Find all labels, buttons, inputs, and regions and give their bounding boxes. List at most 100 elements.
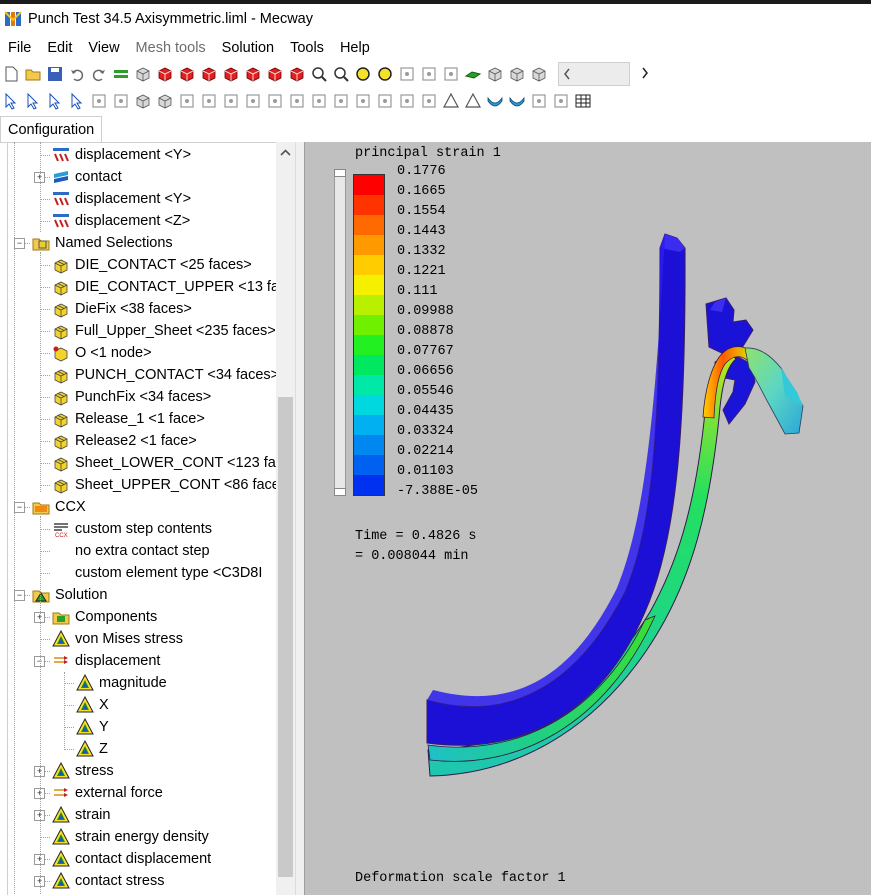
- tree-item-o-1-node[interactable]: O <1 node>: [52, 342, 152, 364]
- view-bottom-icon[interactable]: [288, 65, 306, 83]
- menu-mesh-tools[interactable]: Mesh tools: [128, 40, 214, 56]
- select-face-icon[interactable]: [46, 92, 64, 110]
- fit-view-icon[interactable]: [376, 65, 394, 83]
- warning-icon[interactable]: [464, 92, 482, 110]
- redo-icon[interactable]: [90, 65, 108, 83]
- scroll-up-icon[interactable]: [279, 146, 292, 158]
- tree-item-von-mises-stress[interactable]: von Mises stress: [52, 628, 183, 650]
- tree-item-die-contact-upper-13-fac[interactable]: DIE_CONTACT_UPPER <13 fac: [52, 276, 276, 298]
- tree-item-external-force[interactable]: external force: [52, 782, 163, 804]
- chevron-left-icon[interactable]: [562, 67, 572, 84]
- tree-item-custom-step-contents[interactable]: CCX custom step contents: [52, 518, 212, 540]
- menu-edit[interactable]: Edit: [39, 40, 80, 56]
- tree-item-diefix-38-faces[interactable]: DieFix <38 faces>: [52, 298, 192, 320]
- bend-icon[interactable]: [354, 92, 372, 110]
- flat-shade-icon[interactable]: [464, 65, 482, 83]
- delete-icon[interactable]: [178, 92, 196, 110]
- tree-item-x[interactable]: X: [76, 694, 109, 716]
- new-file-icon[interactable]: [2, 65, 20, 83]
- extrude-icon[interactable]: [222, 92, 240, 110]
- view-left-icon[interactable]: [222, 65, 240, 83]
- axes-icon[interactable]: [420, 65, 438, 83]
- scrollbar-thumb[interactable]: [278, 397, 293, 877]
- view-top-icon[interactable]: [266, 65, 284, 83]
- save-icon[interactable]: [46, 65, 64, 83]
- explode-icon[interactable]: [90, 92, 108, 110]
- cups-icon[interactable]: [530, 92, 548, 110]
- rotate-icon[interactable]: [354, 65, 372, 83]
- refine-icon[interactable]: [288, 92, 306, 110]
- curved-view-icon[interactable]: [486, 92, 504, 110]
- view-right-icon[interactable]: [244, 65, 262, 83]
- wireframe-cube-icon[interactable]: [134, 65, 152, 83]
- tree-item-magnitude[interactable]: magnitude: [76, 672, 167, 694]
- 3d-viewport[interactable]: principal strain 1 0.1776 0.1665 0.1554 0.1…: [304, 142, 871, 895]
- tet-icon[interactable]: [310, 92, 328, 110]
- tree-item-sheet-upper-cont-86-faces[interactable]: Sheet_UPPER_CONT <86 faces: [52, 474, 276, 496]
- solid-cube-icon[interactable]: [486, 65, 504, 83]
- menu-solution[interactable]: Solution: [214, 40, 282, 56]
- tree-item-custom-element-type-c3d8i[interactable]: custom element type <C3D8I: [52, 562, 262, 584]
- scatter-icon[interactable]: [398, 92, 416, 110]
- collapse-icon[interactable]: −: [14, 502, 25, 513]
- dock-icon[interactable]: [398, 65, 416, 83]
- tree-item-components[interactable]: Components: [52, 606, 157, 628]
- menu-help[interactable]: Help: [332, 40, 378, 56]
- mirror-icon[interactable]: [200, 92, 218, 110]
- tri-icon[interactable]: [442, 92, 460, 110]
- mesh-cube-icon[interactable]: [530, 65, 548, 83]
- tree-item-contact-displacement[interactable]: contact displacement: [52, 848, 211, 870]
- box-icon[interactable]: [134, 92, 152, 110]
- tree-item-full-upper-sheet-235-faces[interactable]: Full_Upper_Sheet <235 faces>: [52, 320, 276, 342]
- tree-item-displacement-y[interactable]: displacement <Y>: [52, 188, 191, 210]
- undo-icon[interactable]: [68, 65, 86, 83]
- table-icon[interactable]: [574, 92, 592, 110]
- menu-file[interactable]: File: [0, 40, 39, 56]
- tree-item-solution[interactable]: Solution: [32, 584, 107, 606]
- tree-item-strain[interactable]: strain: [52, 804, 110, 826]
- green-bars-icon[interactable]: [112, 65, 130, 83]
- tree-scrollbar[interactable]: [276, 142, 295, 895]
- toolbar-scroll-area[interactable]: [558, 62, 630, 86]
- tab-configuration[interactable]: Configuration: [0, 116, 103, 142]
- split-icon[interactable]: [244, 92, 262, 110]
- tree-item-release-1-1-face[interactable]: Release_1 <1 face>: [52, 408, 205, 430]
- curved-view2-icon[interactable]: [508, 92, 526, 110]
- merge-icon[interactable]: [266, 92, 284, 110]
- menu-view[interactable]: View: [80, 40, 127, 56]
- outline-cube-icon[interactable]: [508, 65, 526, 83]
- zoom-icon[interactable]: [332, 65, 350, 83]
- chevron-right-icon[interactable]: [640, 66, 650, 83]
- node-icon[interactable]: [420, 92, 438, 110]
- tree-item-strain-energy-density[interactable]: strain energy density: [52, 826, 209, 848]
- select-edge-icon[interactable]: [68, 92, 86, 110]
- tree-item-z[interactable]: Z: [76, 738, 108, 760]
- tree-item-no-extra-contact-step[interactable]: no extra contact step: [52, 540, 210, 562]
- collapse-icon[interactable]: −: [14, 590, 25, 601]
- select-icon[interactable]: [2, 92, 20, 110]
- tree-item-punchfix-34-faces[interactable]: PunchFix <34 faces>: [52, 386, 211, 408]
- tree-item-contact-stress[interactable]: contact stress: [52, 870, 164, 892]
- hex-icon[interactable]: [156, 92, 174, 110]
- view-iso-icon[interactable]: [156, 65, 174, 83]
- tree-item-die-contact-25-faces[interactable]: DIE_CONTACT <25 faces>: [52, 254, 252, 276]
- cylinder-icon[interactable]: [332, 92, 350, 110]
- tree-item-punch-contact-34-faces[interactable]: PUNCH_CONTACT <34 faces>: [52, 364, 276, 386]
- tree-item-displacement-y[interactable]: displacement <Y>: [52, 144, 191, 166]
- tree-item-displacement-z[interactable]: displacement <Z>: [52, 210, 190, 232]
- select-element-icon[interactable]: [24, 92, 42, 110]
- measure-icon[interactable]: [442, 65, 460, 83]
- view-front-icon[interactable]: [178, 65, 196, 83]
- film-icon[interactable]: [552, 92, 570, 110]
- tree-item-ccx[interactable]: CCX: [32, 496, 86, 518]
- move-icon[interactable]: [112, 92, 130, 110]
- zoom-box-icon[interactable]: [310, 65, 328, 83]
- tree-item-y[interactable]: Y: [76, 716, 109, 738]
- open-folder-icon[interactable]: [24, 65, 42, 83]
- menu-tools[interactable]: Tools: [282, 40, 332, 56]
- tree-item-contact[interactable]: contact: [52, 166, 122, 188]
- configuration-tree[interactable]: displacement <Y> contact + displacement <Y>…: [7, 142, 276, 895]
- collapse-icon[interactable]: −: [14, 238, 25, 249]
- tree-item-sheet-lower-cont-123-fac[interactable]: Sheet_LOWER_CONT <123 fac: [52, 452, 276, 474]
- tree-item-displacement[interactable]: displacement: [52, 650, 160, 672]
